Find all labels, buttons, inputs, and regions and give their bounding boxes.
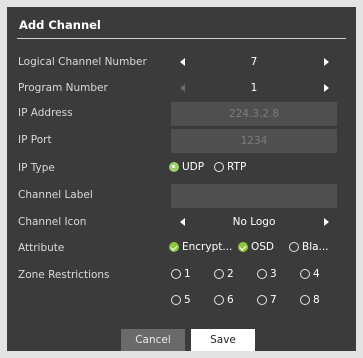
cancel-button[interactable]: Cancel [121,329,185,351]
channel-icon-row: Channel Icon No Logo [7,211,356,235]
logical-channel-increment-arrow-icon[interactable] [324,58,329,66]
check-circle-icon [238,242,248,252]
program-number-row: Program Number 1 [7,77,356,101]
ip-type-rtp-label: RTP [227,161,247,173]
zone-7-option[interactable]: 7 [257,294,277,306]
attribute-osd-option[interactable]: OSD [238,241,274,253]
zone-2-option[interactable]: 2 [214,268,234,280]
zone-6-label: 6 [227,294,234,306]
zone-6-option[interactable]: 6 [214,294,234,306]
attribute-encrypt-label: Encrypt... [182,241,233,253]
logical-channel-label: Logical Channel Number [18,56,147,68]
ip-port-field[interactable]: 1234 [171,129,337,153]
attribute-row: Attribute Encrypt... OSD Bla... [7,237,356,261]
zone-8-label: 8 [313,294,320,306]
zone-1-option[interactable]: 1 [171,268,191,280]
logical-channel-decrement-arrow-icon[interactable] [180,58,185,66]
ip-address-label: IP Address [18,107,73,119]
radio-unselected-icon [214,269,224,279]
ip-type-label: IP Type [18,162,55,174]
zone-4-option[interactable]: 4 [300,268,320,280]
attribute-encrypt-option[interactable]: Encrypt... [169,241,232,253]
attribute-bla-option[interactable]: Bla... [289,241,329,253]
radio-selected-icon [169,162,179,172]
zone-3-option[interactable]: 3 [257,268,277,280]
title-divider [17,38,346,39]
channel-label-field[interactable] [171,184,337,208]
ip-type-row: IP Type UDP RTP [7,157,356,181]
program-number-decrement-arrow-icon[interactable] [180,84,185,92]
save-button[interactable]: Save [191,329,255,351]
ip-port-row: IP Port 1234 [7,129,356,153]
dialog-title: Add Channel [19,18,101,32]
zone-3-label: 3 [270,268,277,280]
radio-unselected-icon [289,242,299,252]
attribute-label: Attribute [18,242,65,254]
radio-unselected-icon [171,295,181,305]
radio-unselected-icon [257,269,267,279]
radio-unselected-icon [300,295,310,305]
channel-icon-prev-arrow-icon[interactable] [180,218,185,226]
ip-type-udp-label: UDP [182,161,205,173]
logical-channel-value: 7 [250,56,258,68]
zone-5-option[interactable]: 5 [171,294,191,306]
zone-5-label: 5 [184,294,191,306]
logical-channel-row: Logical Channel Number 7 [7,51,356,75]
check-circle-icon [169,242,179,252]
add-channel-dialog: Add Channel Logical Channel Number 7 Pro… [7,7,356,351]
zone-restrictions-label: Zone Restrictions [18,269,110,281]
radio-unselected-icon [214,295,224,305]
radio-unselected-icon [257,295,267,305]
ip-type-rtp-option[interactable]: RTP [214,161,246,173]
attribute-osd-label: OSD [251,241,275,253]
radio-unselected-icon [171,269,181,279]
zone-8-option[interactable]: 8 [300,294,320,306]
ip-port-label: IP Port [18,134,52,146]
radio-unselected-icon [300,269,310,279]
program-number-label: Program Number [18,82,108,94]
channel-icon-value: No Logo [232,216,276,228]
attribute-bla-label: Bla... [302,241,329,253]
zone-restrictions-row-2: 5 6 7 8 [7,290,356,314]
program-number-increment-arrow-icon[interactable] [324,84,329,92]
zone-restrictions-row: Zone Restrictions 1 2 3 4 [7,264,356,288]
ip-address-row: IP Address 224.3.2.8 [7,102,356,126]
zone-4-label: 4 [313,268,320,280]
zone-7-label: 7 [270,294,277,306]
program-number-value: 1 [250,82,258,94]
zone-1-label: 1 [184,268,191,280]
channel-label-row: Channel Label [7,184,356,208]
channel-label-label: Channel Label [18,189,93,201]
channel-icon-label: Channel Icon [18,216,87,228]
ip-address-field[interactable]: 224.3.2.8 [171,102,337,126]
ip-type-udp-option[interactable]: UDP [169,161,204,173]
channel-icon-next-arrow-icon[interactable] [324,218,329,226]
zone-2-label: 2 [227,268,234,280]
radio-unselected-icon [214,162,224,172]
